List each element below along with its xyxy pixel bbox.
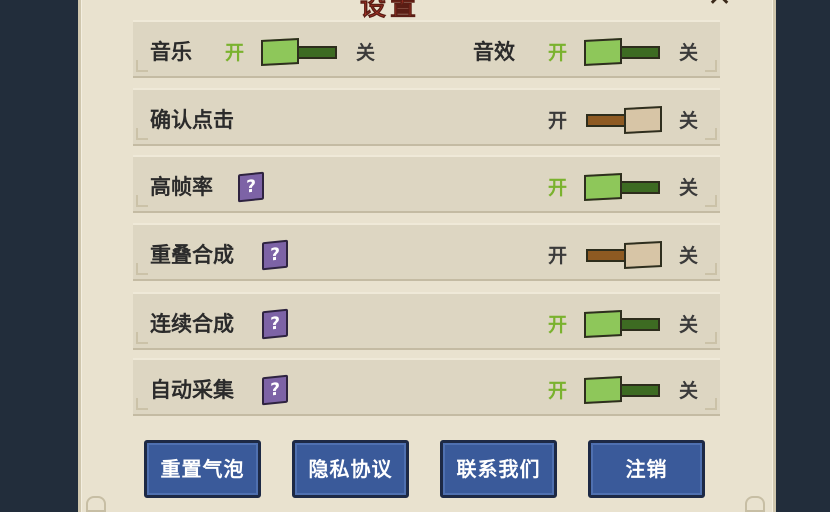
privacy-policy-button[interactable]: 隐私协议 [292, 440, 409, 498]
continuous-merge-toggle[interactable] [584, 310, 662, 338]
overlap-merge-toggle-knob[interactable] [624, 241, 662, 269]
high-fps-on-label: 开 [548, 177, 568, 199]
sfx-on-label: 开 [548, 42, 568, 64]
music-toggle[interactable] [261, 38, 339, 66]
auto-collect-off-label: 关 [679, 380, 699, 402]
contact-us-button[interactable]: 联系我们 [440, 440, 557, 498]
close-icon[interactable]: ✕ [707, 0, 747, 12]
overlap-merge-toggle[interactable] [584, 241, 662, 269]
reset-bubbles-button[interactable]: 重置气泡 [144, 440, 261, 498]
sfx-off-label: 关 [679, 42, 699, 64]
sfx-toggle-knob[interactable] [584, 38, 622, 66]
continuous-merge-off-label: 关 [679, 314, 699, 336]
confirm-click-toggle-knob[interactable] [624, 106, 662, 134]
confirm-click-on-label: 开 [548, 110, 568, 132]
row-confirm-click: 确认点击 开 关 [133, 88, 720, 146]
overlap-merge-on-label: 开 [548, 245, 568, 267]
row-overlap-merge: 重叠合成 ? 开 关 [133, 223, 720, 281]
row-auto-collect: 自动采集 ? 开 关 [133, 358, 720, 416]
sfx-toggle[interactable] [584, 38, 662, 66]
music-off-label: 关 [356, 42, 376, 64]
overlap-merge-label: 重叠合成 [150, 243, 234, 267]
high-fps-label: 高帧率 [150, 175, 213, 199]
corner-ornament-left [86, 496, 106, 512]
overlap-merge-help-icon[interactable]: ? [262, 239, 288, 271]
auto-collect-label: 自动采集 [150, 378, 234, 402]
auto-collect-help-icon[interactable]: ? [262, 374, 288, 406]
auto-collect-toggle-knob[interactable] [584, 376, 622, 404]
music-toggle-knob[interactable] [261, 38, 299, 66]
confirm-click-label: 确认点击 [150, 108, 234, 132]
row-high-fps: 高帧率 ? 开 关 [133, 155, 720, 213]
row-continuous-merge: 连续合成 ? 开 关 [133, 292, 720, 350]
continuous-merge-toggle-knob[interactable] [584, 310, 622, 338]
background-right [776, 0, 830, 512]
high-fps-toggle-knob[interactable] [584, 173, 622, 201]
confirm-click-toggle[interactable] [584, 106, 662, 134]
music-on-label: 开 [225, 42, 245, 64]
background-left [0, 0, 78, 512]
high-fps-off-label: 关 [679, 177, 699, 199]
logout-button[interactable]: 注销 [588, 440, 705, 498]
auto-collect-on-label: 开 [548, 380, 568, 402]
continuous-merge-help-icon[interactable]: ? [262, 308, 288, 340]
high-fps-help-icon[interactable]: ? [238, 171, 264, 203]
music-label: 音乐 [150, 40, 192, 64]
sfx-label: 音效 [473, 40, 515, 64]
overlap-merge-off-label: 关 [679, 245, 699, 267]
confirm-click-off-label: 关 [679, 110, 699, 132]
continuous-merge-label: 连续合成 [150, 312, 234, 336]
continuous-merge-on-label: 开 [548, 314, 568, 336]
high-fps-toggle[interactable] [584, 173, 662, 201]
auto-collect-toggle[interactable] [584, 376, 662, 404]
corner-ornament-right [745, 496, 765, 512]
row-audio: 音乐 开 关 音效 开 关 [133, 20, 720, 78]
